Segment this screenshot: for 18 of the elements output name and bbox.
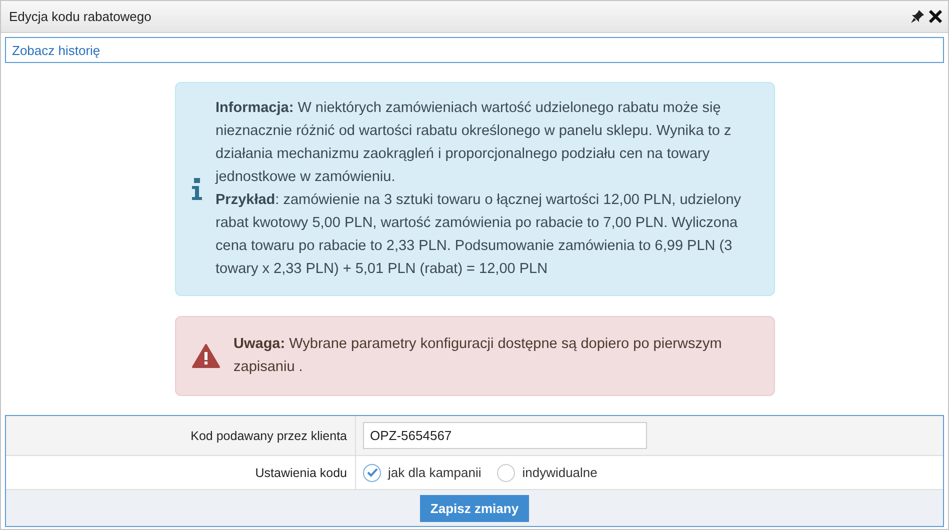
warning-text: Uwaga: Wybrane parametry konfiguracji dostępne są dopiero po pierwszym zapisaniu . bbox=[234, 335, 723, 377]
field-label: Ustawienia kodu bbox=[6, 456, 356, 489]
close-icon[interactable] bbox=[928, 10, 942, 24]
code-input[interactable]: OPZ-5654567 bbox=[363, 422, 647, 449]
history-link[interactable]: Zobacz historię bbox=[12, 42, 100, 58]
radio-option[interactable]: indywidualne bbox=[497, 464, 598, 482]
save-button[interactable]: Zapisz zmiany bbox=[420, 495, 529, 522]
pin-icon[interactable] bbox=[910, 10, 924, 24]
field-label: Kod podawany przez klienta bbox=[6, 416, 356, 455]
radio-button[interactable] bbox=[363, 464, 381, 482]
radio-button[interactable] bbox=[497, 464, 516, 482]
info-text: Informacja: W niektórych zamówieniach wartość udzielonego rabatu może się nieznacznie różnić od wartości rabatu określonego w panelu sklepu. Wynika to z działania mechanizmu zaokrągleń i proporcjonalnego podziału cen na towary jednostkowe w zamówieniu. bbox=[216, 99, 732, 187]
info-text: Przykład: zamówienie na 3 sztuki towaru o łącznej wartości 12,00 PLN, udzielony rabat kwotowy 5,00 PLN, wartość zamówienia po rabacie to 7,00 PLN. Wyliczona cena towaru po rabacie to 2,33 PLN. Podsumowanie zamówienia to 6,99 PLN (3 towary x 2,33 PLN) + 5,01 PLN (rabat) = 12,00 PLN bbox=[216, 191, 742, 279]
radio-option[interactable]: jak dla kampanii bbox=[363, 464, 482, 482]
window-title: Edycja kodu rabatowego bbox=[9, 9, 152, 24]
info-icon bbox=[192, 178, 202, 200]
warning-icon bbox=[192, 344, 220, 368]
check-icon bbox=[366, 468, 378, 477]
